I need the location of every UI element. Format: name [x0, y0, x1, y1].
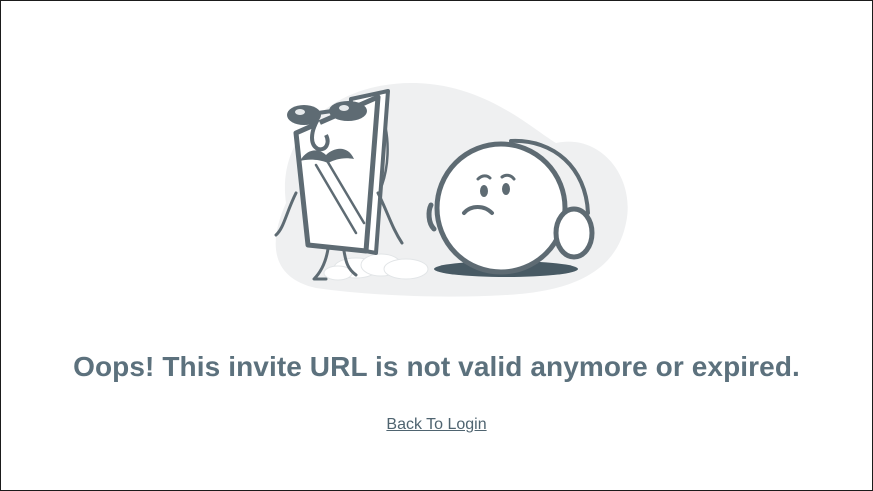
back-to-login-link[interactable]: Back To Login	[386, 416, 486, 433]
back-link-container: Back To Login	[1, 415, 872, 435]
error-message: Oops! This invite URL is not valid anymo…	[73, 351, 800, 382]
expired-link-illustration	[256, 73, 636, 303]
error-page: Oops! This invite URL is not valid anymo…	[0, 0, 873, 491]
